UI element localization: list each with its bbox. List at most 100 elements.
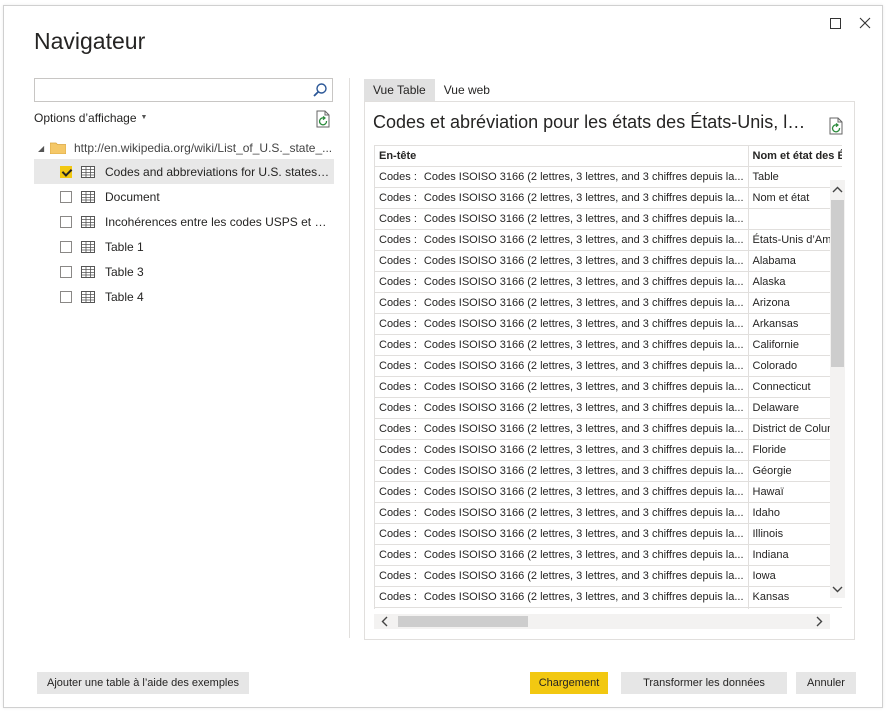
refresh-icon[interactable] — [315, 110, 331, 128]
table-cell[interactable]: Codes : — [374, 250, 421, 272]
table-cell[interactable]: Illinois — [747, 523, 842, 545]
table-cell[interactable]: Codes ISOISO 3166 (2 lettres, 3 lettres,… — [420, 586, 749, 608]
table-cell[interactable]: Codes : — [374, 586, 421, 608]
table-cell[interactable]: Codes ISOISO 3166 (2 lettres, 3 lettres,… — [420, 523, 749, 545]
checkbox[interactable] — [60, 290, 72, 303]
table-cell[interactable]: Codes ISOISO 3166 (2 lettres, 3 lettres,… — [420, 355, 749, 377]
table-cell[interactable]: Codes : — [374, 502, 421, 524]
table-cell[interactable]: Iowa — [747, 565, 842, 587]
table-cell[interactable]: Alabama — [747, 250, 842, 272]
checkbox-checked[interactable] — [60, 165, 72, 178]
table-cell[interactable]: Nom et état — [747, 187, 842, 209]
checkbox[interactable] — [60, 215, 72, 228]
tree-item-codes-abbreviations[interactable]: Codes and abbreviations for U.S. states,… — [34, 159, 334, 184]
table-cell[interactable]: États-Unis d’Amér — [747, 229, 842, 251]
horizontal-scrollbar[interactable] — [374, 614, 830, 629]
table-cell[interactable]: Codes : — [374, 376, 421, 398]
table-cell[interactable]: Codes : — [374, 313, 421, 335]
search-icon[interactable] — [312, 82, 328, 98]
table-cell[interactable]: Codes : — [374, 166, 421, 188]
scroll-left-icon[interactable] — [377, 614, 392, 629]
table-cell[interactable]: Codes : — [374, 208, 421, 230]
table-cell[interactable]: Codes : — [374, 397, 421, 419]
table-cell[interactable]: Codes ISOISO 3166 (2 lettres, 3 lettres,… — [420, 439, 749, 461]
close-icon[interactable] — [856, 14, 874, 32]
tree-item-table-4[interactable]: Table 4 — [34, 284, 334, 309]
table-cell[interactable]: Codes ISOISO 3166 (2 lettres, 3 lettres,… — [420, 187, 749, 209]
table-cell[interactable]: Codes : — [374, 565, 421, 587]
table-cell[interactable]: Codes ISOISO 3166 (2 lettres, 3 lettres,… — [420, 481, 749, 503]
table-cell[interactable]: Codes ISOISO 3166 (2 lettres, 3 lettres,… — [420, 418, 749, 440]
table-cell[interactable]: Alaska — [747, 271, 842, 293]
scroll-right-icon[interactable] — [812, 614, 827, 629]
table-cell[interactable]: Codes ISOISO 3166 (2 lettres, 3 lettres,… — [420, 271, 749, 293]
load-button[interactable]: Chargement — [530, 672, 608, 694]
column-header[interactable] — [420, 145, 749, 167]
scroll-down-icon[interactable] — [830, 582, 845, 596]
table-cell[interactable]: Arkansas — [747, 313, 842, 335]
table-cell[interactable]: Californie — [747, 334, 842, 356]
scroll-thumb[interactable] — [398, 616, 528, 627]
table-cell[interactable]: Codes ISOISO 3166 (2 lettres, 3 lettres,… — [420, 250, 749, 272]
table-cell[interactable]: Indiana — [747, 544, 842, 566]
checkbox[interactable] — [60, 265, 72, 278]
table-cell[interactable]: Codes : — [374, 292, 421, 314]
table-cell[interactable]: Codes : — [374, 187, 421, 209]
table-cell[interactable]: Kansas — [747, 586, 842, 608]
tree-root-node[interactable]: ◢ http://en.wikipedia.org/wiki/List_of_U… — [34, 137, 334, 159]
table-cell[interactable]: Codes : — [374, 439, 421, 461]
table-cell[interactable]: Delaware — [747, 397, 842, 419]
table-cell[interactable]: Codes : — [374, 460, 421, 482]
tab-web-view[interactable]: Vue web — [435, 79, 499, 101]
table-cell[interactable] — [747, 208, 842, 230]
vertical-scrollbar[interactable] — [830, 180, 845, 598]
table-cell[interactable]: Codes ISOISO 3166 (2 lettres, 3 lettres,… — [420, 334, 749, 356]
column-header[interactable]: Nom et état des É... — [747, 145, 842, 167]
table-cell[interactable]: Codes ISOISO 3166 (2 lettres, 3 lettres,… — [420, 565, 749, 587]
table-cell[interactable] — [420, 607, 749, 609]
search-box[interactable] — [34, 78, 333, 102]
table-cell[interactable]: Codes ISOISO 3166 (2 lettres, 3 lettres,… — [420, 229, 749, 251]
table-cell[interactable]: Idaho — [747, 502, 842, 524]
transform-data-button[interactable]: Transformer les données — [621, 672, 787, 694]
tree-item-document[interactable]: Document — [34, 184, 334, 209]
checkbox[interactable] — [60, 240, 72, 253]
maximize-icon[interactable] — [826, 14, 844, 32]
table-cell[interactable]: Codes : — [374, 481, 421, 503]
table-cell[interactable]: Codes : — [374, 523, 421, 545]
table-cell[interactable]: Codes ISOISO 3166 (2 lettres, 3 lettres,… — [420, 208, 749, 230]
table-cell[interactable]: Codes : — [374, 418, 421, 440]
table-cell[interactable] — [747, 607, 842, 609]
tree-item-table-1[interactable]: Table 1 — [34, 234, 334, 259]
table-cell[interactable]: Géorgie — [747, 460, 842, 482]
table-cell[interactable]: Codes ISOISO 3166 (2 lettres, 3 lettres,… — [420, 166, 749, 188]
table-cell[interactable]: Codes ISOISO 3166 (2 lettres, 3 lettres,… — [420, 376, 749, 398]
table-cell[interactable]: Floride — [747, 439, 842, 461]
table-cell[interactable]: Codes : — [374, 544, 421, 566]
table-cell[interactable]: Codes : — [374, 271, 421, 293]
checkbox[interactable] — [60, 190, 72, 203]
table-cell[interactable]: Colorado — [747, 355, 842, 377]
column-header[interactable]: En-tête — [374, 145, 421, 167]
table-cell[interactable]: Codes ISOISO 3166 (2 lettres, 3 lettres,… — [420, 544, 749, 566]
tree-item-table-3[interactable]: Table 3 — [34, 259, 334, 284]
table-cell[interactable]: Connecticut — [747, 376, 842, 398]
table-cell[interactable]: Hawaï — [747, 481, 842, 503]
scroll-up-icon[interactable] — [830, 182, 845, 196]
table-cell[interactable]: Arizona — [747, 292, 842, 314]
table-cell[interactable]: Codes ISOISO 3166 (2 lettres, 3 lettres,… — [420, 397, 749, 419]
table-cell[interactable]: Codes : — [374, 334, 421, 356]
table-cell[interactable]: Codes ISOISO 3166 (2 lettres, 3 lettres,… — [420, 460, 749, 482]
tab-table-view[interactable]: Vue Table — [364, 79, 435, 101]
table-cell[interactable] — [374, 607, 421, 609]
refresh-preview-icon[interactable] — [828, 117, 844, 135]
add-table-from-examples-button[interactable]: Ajouter une table à l’aide des exemples — [37, 672, 249, 694]
collapse-triangle-icon[interactable]: ◢ — [38, 144, 50, 153]
scroll-thumb[interactable] — [831, 200, 844, 367]
table-cell[interactable]: District de Columl — [747, 418, 842, 440]
cancel-button[interactable]: Annuler — [796, 672, 856, 694]
tree-item-incoherences[interactable]: Incohérences entre les codes USPS et USC… — [34, 209, 334, 234]
table-cell[interactable]: Codes ISOISO 3166 (2 lettres, 3 lettres,… — [420, 313, 749, 335]
search-input[interactable] — [35, 79, 305, 101]
display-options-dropdown[interactable]: Options d’affichage ▼ — [34, 111, 147, 125]
